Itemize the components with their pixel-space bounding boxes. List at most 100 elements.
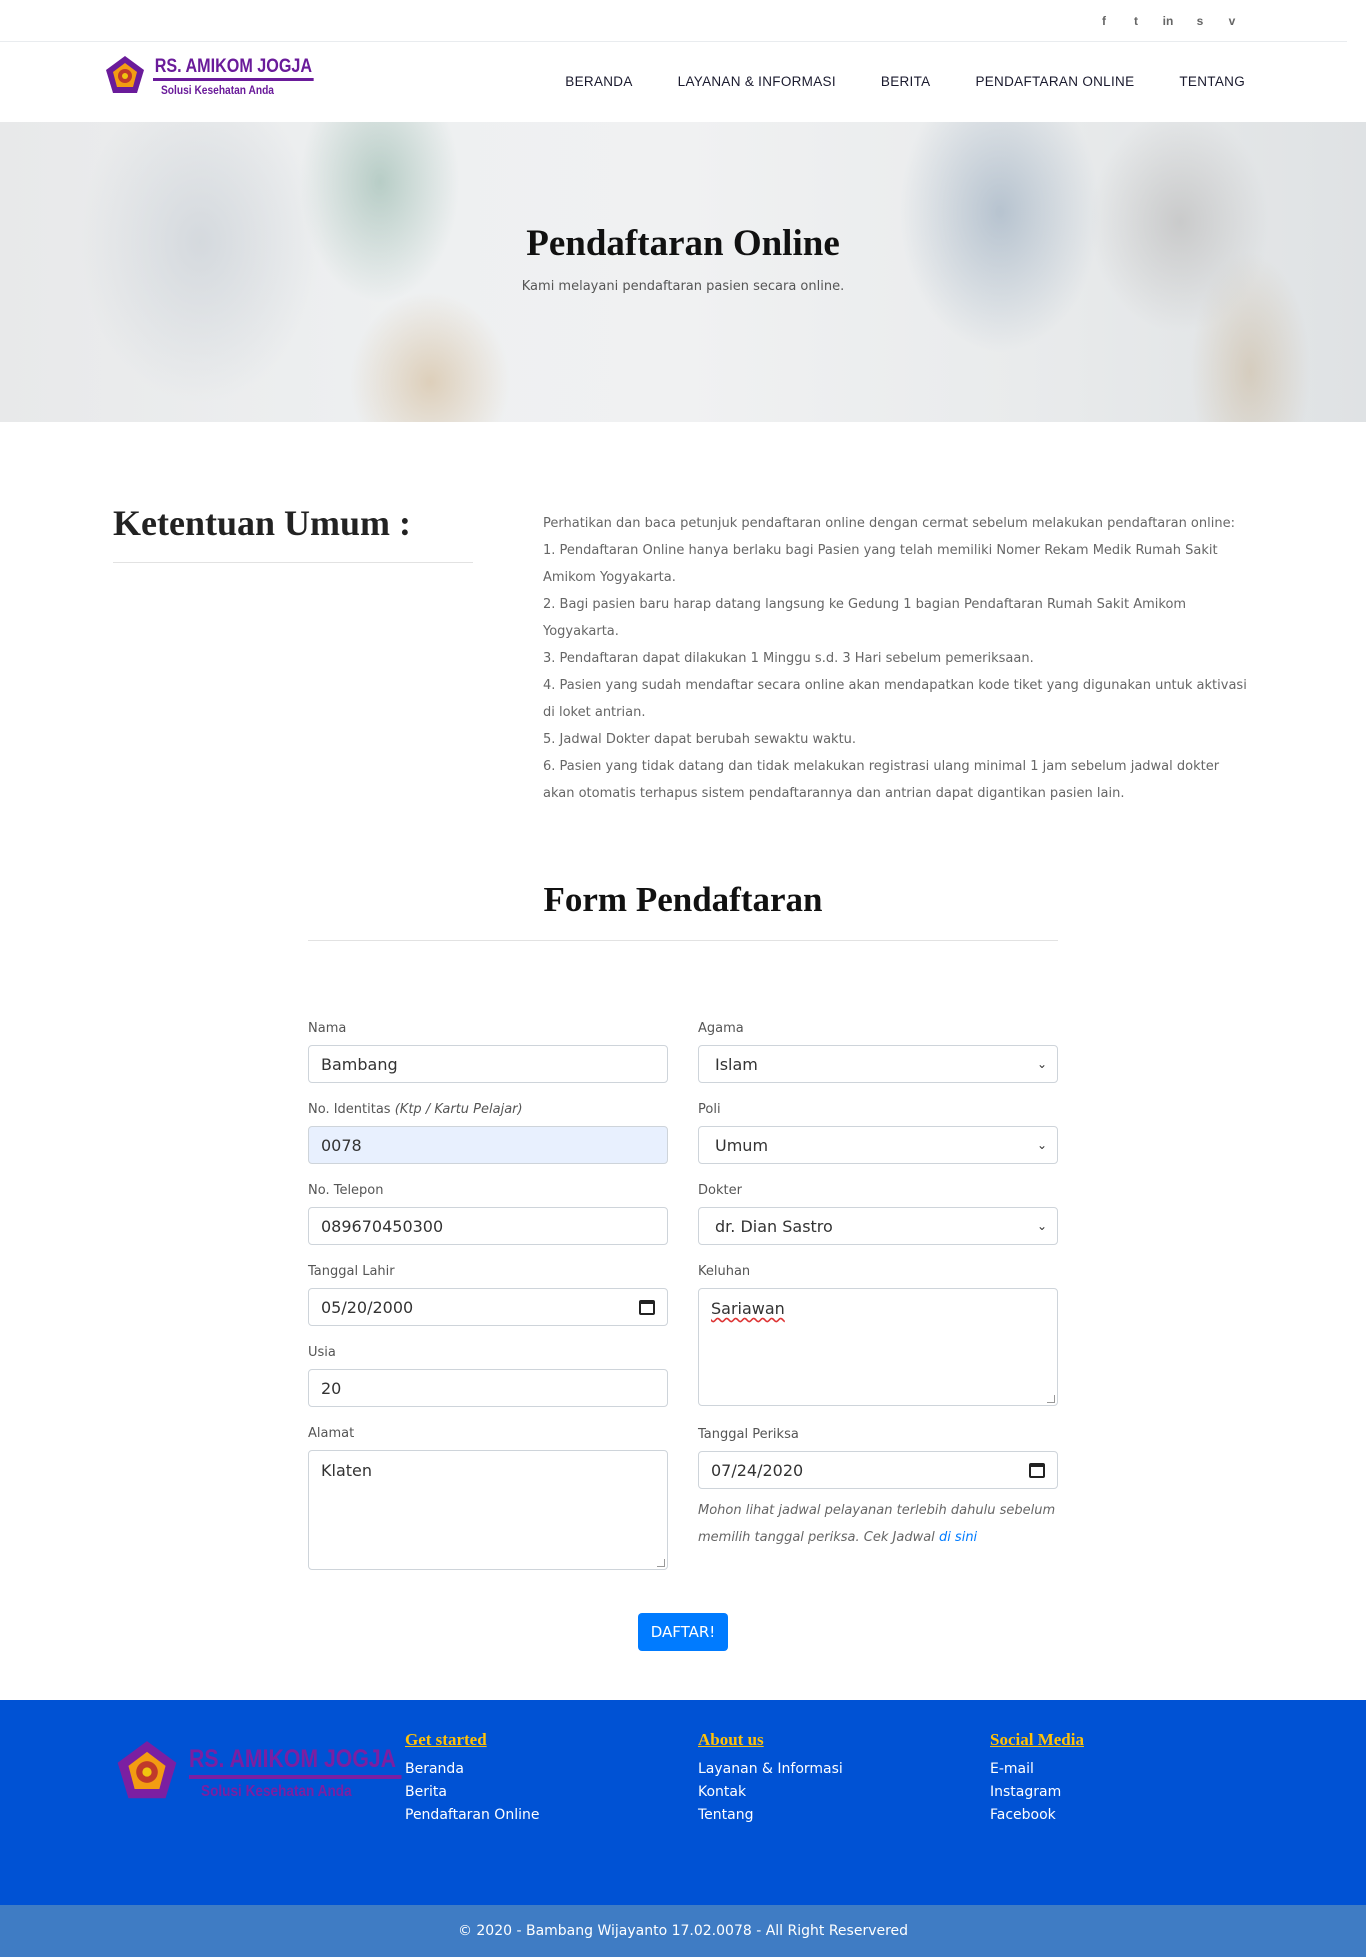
site-logo[interactable]: RS. AMIKOM JOGJA Solusi Kesehatan Anda xyxy=(103,54,342,98)
dokter-field-group: Dokter dr. Dian Sastro ⌄ xyxy=(698,1183,1058,1245)
keluhan-field-group: Keluhan Sariawan xyxy=(698,1264,1058,1406)
telepon-label: No. Telepon xyxy=(308,1183,384,1198)
dokter-value: dr. Dian Sastro xyxy=(715,1216,833,1236)
poli-field-group: Poli Umum ⌄ xyxy=(698,1102,1058,1164)
ketentuan-text: Perhatikan dan baca petunjuk pendaftaran… xyxy=(543,510,1253,807)
ketentuan-item: 1. Pendaftaran Online hanya berlaku bagi… xyxy=(543,543,1218,585)
usia-input[interactable]: 20 xyxy=(308,1369,668,1407)
dokter-select[interactable]: dr. Dian Sastro ⌄ xyxy=(698,1207,1058,1245)
tgl-lahir-field-group: Tanggal Lahir 05/20/2000 xyxy=(308,1264,668,1326)
copyright-bar: © 2020 - Bambang Wijayanto 17.02.0078 - … xyxy=(0,1905,1366,1957)
usia-field-group: Usia 20 xyxy=(308,1345,668,1407)
chevron-down-icon: ⌄ xyxy=(1036,1219,1047,1233)
twitter-icon[interactable]: t xyxy=(1127,12,1145,30)
footer-link-email[interactable]: E-mail xyxy=(990,1758,1084,1781)
ketentuan-intro: Perhatikan dan baca petunjuk pendaftaran… xyxy=(543,516,1235,531)
poli-select[interactable]: Umum ⌄ xyxy=(698,1126,1058,1164)
poli-value: Umum xyxy=(715,1135,769,1155)
footer-col-heading[interactable]: About us xyxy=(698,1730,843,1750)
jadwal-note-text: Mohon lihat jadwal pelayanan terlebih da… xyxy=(698,1503,1056,1545)
nav-pendaftaran-online[interactable]: PENDAFTARAN ONLINE xyxy=(975,74,1134,89)
tgl-periksa-input[interactable]: 07/24/2020 xyxy=(698,1451,1058,1489)
ketentuan-item: 4. Pasien yang sudah mendaftar secara on… xyxy=(543,678,1247,720)
tgl-lahir-label: Tanggal Lahir xyxy=(308,1264,395,1279)
footer: RS. AMIKOM JOGJA Solusi Kesehatan Anda G… xyxy=(0,1700,1366,1905)
chevron-down-icon: ⌄ xyxy=(1036,1138,1047,1152)
agama-select[interactable]: Islam ⌄ xyxy=(698,1045,1058,1083)
nav-berita[interactable]: BERITA xyxy=(881,74,931,89)
resize-handle-icon[interactable] xyxy=(657,1559,665,1567)
linkedin-icon[interactable]: in xyxy=(1159,12,1177,30)
nama-label: Nama xyxy=(308,1021,347,1036)
footer-logo-title: RS. AMIKOM JOGJA xyxy=(189,1743,402,1779)
footer-col-heading[interactable]: Get started xyxy=(405,1730,539,1750)
ketentuan-item: 5. Jadwal Dokter dapat berubah sewaktu w… xyxy=(543,732,857,747)
page-subtitle: Kami melayani pendaftaran pasien secara … xyxy=(521,279,845,294)
form-heading: Form Pendaftaran xyxy=(543,880,823,919)
footer-logo[interactable]: RS. AMIKOM JOGJA Solusi Kesehatan Anda xyxy=(113,1738,439,1806)
identitas-field-group: No. Identitas (Ktp / Kartu Pelajar) 0078 xyxy=(308,1102,668,1164)
tgl-periksa-label: Tanggal Periksa xyxy=(698,1427,799,1442)
logo-emblem-icon xyxy=(106,56,144,93)
tgl-lahir-input[interactable]: 05/20/2000 xyxy=(308,1288,668,1326)
ketentuan-item: 2. Bagi pasien baru harap datang langsun… xyxy=(543,597,1187,639)
tgl-periksa-value: 07/24/2020 xyxy=(711,1460,804,1480)
keluhan-textarea[interactable]: Sariawan xyxy=(698,1288,1058,1406)
skype-icon[interactable]: s xyxy=(1191,12,1209,30)
nav-layanan-informasi[interactable]: LAYANAN & INFORMASI xyxy=(678,74,836,89)
alamat-label: Alamat xyxy=(308,1426,355,1441)
nav-beranda[interactable]: BERANDA xyxy=(565,74,632,89)
poli-label: Poli xyxy=(698,1102,721,1117)
facebook-icon[interactable]: f xyxy=(1095,12,1113,30)
footer-col-get-started: Get started Beranda Berita Pendaftaran O… xyxy=(405,1730,539,1827)
identitas-label: No. Identitas (Ktp / Kartu Pelajar) xyxy=(308,1102,668,1122)
footer-col-about-us: About us Layanan & Informasi Kontak Tent… xyxy=(698,1730,843,1827)
daftar-button[interactable]: DAFTAR! xyxy=(638,1613,728,1651)
agama-field-group: Agama Islam ⌄ xyxy=(698,1021,1058,1083)
footer-link-layanan[interactable]: Layanan & Informasi xyxy=(698,1758,843,1781)
dokter-label: Dokter xyxy=(698,1183,742,1198)
ketentuan-item: 3. Pendaftaran dapat dilakukan 1 Minggu … xyxy=(543,651,1034,666)
divider xyxy=(113,562,473,563)
tgl-lahir-value: 05/20/2000 xyxy=(321,1297,414,1317)
jadwal-link[interactable]: di sini xyxy=(939,1530,977,1545)
divider xyxy=(308,940,1058,941)
usia-label: Usia xyxy=(308,1345,336,1360)
footer-link-instagram[interactable]: Instagram xyxy=(990,1781,1084,1804)
hero-banner: Pendaftaran Online Kami melayani pendaft… xyxy=(0,122,1366,422)
footer-col-social-media: Social Media E-mail Instagram Facebook xyxy=(990,1730,1084,1827)
nav-tentang[interactable]: TENTANG xyxy=(1179,74,1245,89)
copyright-text: © 2020 - Bambang Wijayanto 17.02.0078 - … xyxy=(457,1923,909,1939)
jadwal-note: Mohon lihat jadwal pelayanan terlebih da… xyxy=(698,1497,1058,1551)
agama-label: Agama xyxy=(698,1021,744,1036)
ketentuan-heading: Ketentuan Umum : xyxy=(113,503,411,543)
ketentuan-item: 6. Pasien yang tidak datang dan tidak me… xyxy=(543,759,1220,801)
alamat-value: Klaten xyxy=(321,1461,372,1480)
keluhan-label: Keluhan xyxy=(698,1264,751,1279)
footer-link-beranda[interactable]: Beranda xyxy=(405,1758,539,1781)
telepon-input[interactable]: 089670450300 xyxy=(308,1207,668,1245)
footer-link-pendaftaran-online[interactable]: Pendaftaran Online xyxy=(405,1804,539,1827)
footer-link-berita[interactable]: Berita xyxy=(405,1781,539,1804)
navbar: RS. AMIKOM JOGJA Solusi Kesehatan Anda B… xyxy=(0,42,1347,122)
footer-link-facebook[interactable]: Facebook xyxy=(990,1804,1084,1827)
social-links-top: f t in s v xyxy=(1095,12,1241,30)
calendar-icon[interactable] xyxy=(1029,1462,1045,1478)
keluhan-value: Sariawan xyxy=(711,1299,785,1318)
alamat-field-group: Alamat Klaten xyxy=(308,1426,668,1570)
calendar-icon[interactable] xyxy=(639,1299,655,1315)
identitas-input[interactable]: 0078 xyxy=(308,1126,668,1164)
tgl-periksa-field-group: Tanggal Periksa 07/24/2020 Mohon lihat j… xyxy=(698,1427,1058,1551)
identitas-label-text: No. Identitas xyxy=(308,1102,391,1117)
footer-link-tentang[interactable]: Tentang xyxy=(698,1804,843,1827)
footer-link-kontak[interactable]: Kontak xyxy=(698,1781,843,1804)
footer-col-heading[interactable]: Social Media xyxy=(990,1730,1084,1750)
alamat-textarea[interactable]: Klaten xyxy=(308,1450,668,1570)
identitas-hint: (Ktp / Kartu Pelajar) xyxy=(394,1102,523,1117)
top-social-bar: f t in s v xyxy=(0,0,1347,42)
nama-input[interactable]: Bambang xyxy=(308,1045,668,1083)
page-title: Pendaftaran Online xyxy=(526,223,840,264)
resize-handle-icon[interactable] xyxy=(1047,1395,1055,1403)
main-nav: BERANDA LAYANAN & INFORMASI BERITA PENDA… xyxy=(565,74,1245,89)
vimeo-icon[interactable]: v xyxy=(1223,12,1241,30)
